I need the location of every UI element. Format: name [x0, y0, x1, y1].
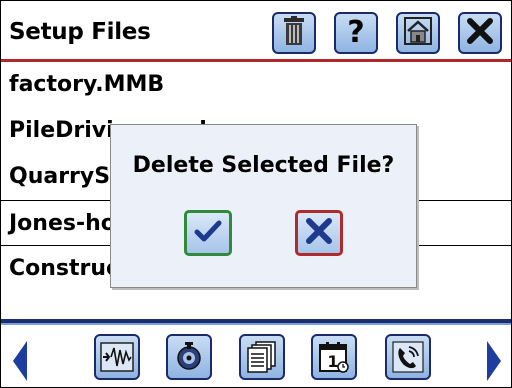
trash-icon [283, 16, 305, 50]
help-button[interactable]: ? [334, 12, 378, 54]
waveform-button[interactable] [94, 334, 140, 380]
documents-button[interactable] [239, 334, 285, 380]
calendar-button[interactable]: 1 [311, 334, 357, 380]
waveform-icon [100, 342, 134, 372]
close-icon [466, 17, 494, 49]
header-bar: Setup Files ? [1, 1, 511, 59]
checkmark-icon [194, 219, 222, 247]
page-title: Setup Files [9, 19, 151, 45]
scroll-left-arrow-icon[interactable] [13, 341, 27, 381]
delete-button[interactable] [272, 12, 316, 54]
home-button[interactable] [396, 12, 440, 54]
file-name: factory.MMB [9, 72, 165, 97]
scroll-right-arrow-icon[interactable] [487, 341, 501, 381]
question-icon: ? [347, 15, 365, 50]
phone-button[interactable] [385, 334, 431, 380]
documents-icon [247, 341, 277, 373]
calendar-icon: 1 [318, 341, 350, 373]
cancel-button[interactable] [295, 210, 343, 256]
close-button[interactable] [458, 12, 502, 54]
confirm-button[interactable] [184, 210, 232, 256]
dialog-title: Delete Selected File? [132, 153, 395, 178]
phone-icon [392, 341, 424, 373]
bottom-divider-highlight [1, 323, 511, 325]
home-icon [403, 16, 433, 50]
settings-button[interactable] [166, 334, 212, 380]
file-row[interactable]: factory.MMB [1, 62, 511, 108]
settings-icon [173, 341, 205, 373]
calendar-day-text: 1 [327, 352, 338, 371]
close-icon [305, 217, 333, 249]
app-window: Setup Files ? factory.MMB 1 Delete Selec… [0, 0, 512, 388]
delete-confirm-dialog: Delete Selected File? [110, 124, 417, 288]
